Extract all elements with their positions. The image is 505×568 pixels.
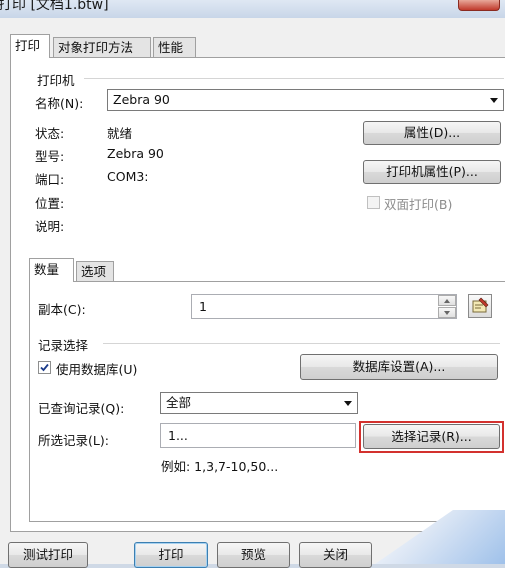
queried-records-label: 已查询记录(Q): [38,401,125,416]
use-database-label: 使用数据库(U) [56,362,138,377]
copies-decrement-button[interactable] [438,307,456,318]
model-label: 型号: [35,149,65,164]
port-label: 端口: [35,172,65,187]
test-print-button[interactable]: 测试打印 [8,542,88,568]
record-selection-group-label: 记录选择 [38,338,89,353]
model-value: Zebra 90 [107,146,164,161]
properties-button[interactable]: 属性(D)... [363,121,501,145]
title-bar: 打印 [文档1.btw] [0,0,505,19]
location-label: 位置: [35,196,65,211]
print-button[interactable]: 打印 [134,542,208,568]
printer-name-value: Zebra 90 [113,92,170,107]
tab-print[interactable]: 打印 [10,34,50,58]
example-text: 例如: 1,3,7-10,50... [161,459,279,474]
comment-label: 说明: [35,219,65,234]
tab-performance[interactable]: 性能 [153,37,196,57]
subtab-quantity[interactable]: 数量 [29,258,74,282]
database-settings-button[interactable]: 数据库设置(A)... [300,354,498,380]
queried-records-value: 全部 [166,395,192,410]
tab-object-print-method[interactable]: 对象打印方法 [53,37,151,57]
database-field-button[interactable] [468,294,492,318]
window-title: 打印 [文档1.btw] [0,0,109,13]
status-value: 就绪 [107,126,133,141]
printer-properties-button[interactable]: 打印机属性(P)... [363,160,501,184]
status-label: 状态: [35,126,65,141]
queried-records-select[interactable]: 全部 [160,392,358,414]
close-button[interactable]: 关闭 [299,542,372,568]
use-database-checkbox[interactable] [38,361,51,374]
printer-name-select[interactable]: Zebra 90 [107,89,504,111]
copies-label: 副本(C): [38,302,86,317]
printer-group-label: 打印机 [37,73,75,88]
chevron-down-icon [344,401,352,406]
duplex-checkbox[interactable] [367,196,380,209]
printer-name-label: 名称(N): [35,96,84,111]
group-divider [84,78,504,79]
copies-increment-button[interactable] [438,295,456,306]
select-records-button[interactable]: 选择记录(R)... [363,424,500,449]
chevron-down-icon [490,98,498,103]
group-divider [103,343,500,344]
selected-records-input[interactable]: 1... [160,423,356,448]
window-close-button[interactable] [458,0,500,11]
edit-field-icon [472,297,489,313]
duplex-label: 双面打印(B) [384,197,453,212]
port-value: COM3: [107,169,149,184]
subtab-options[interactable]: 选项 [76,261,114,281]
selected-records-label: 所选记录(L): [38,433,109,448]
checkmark-icon [40,363,49,372]
preview-button[interactable]: 预览 [217,542,290,568]
copies-input[interactable]: 1 [191,294,457,319]
